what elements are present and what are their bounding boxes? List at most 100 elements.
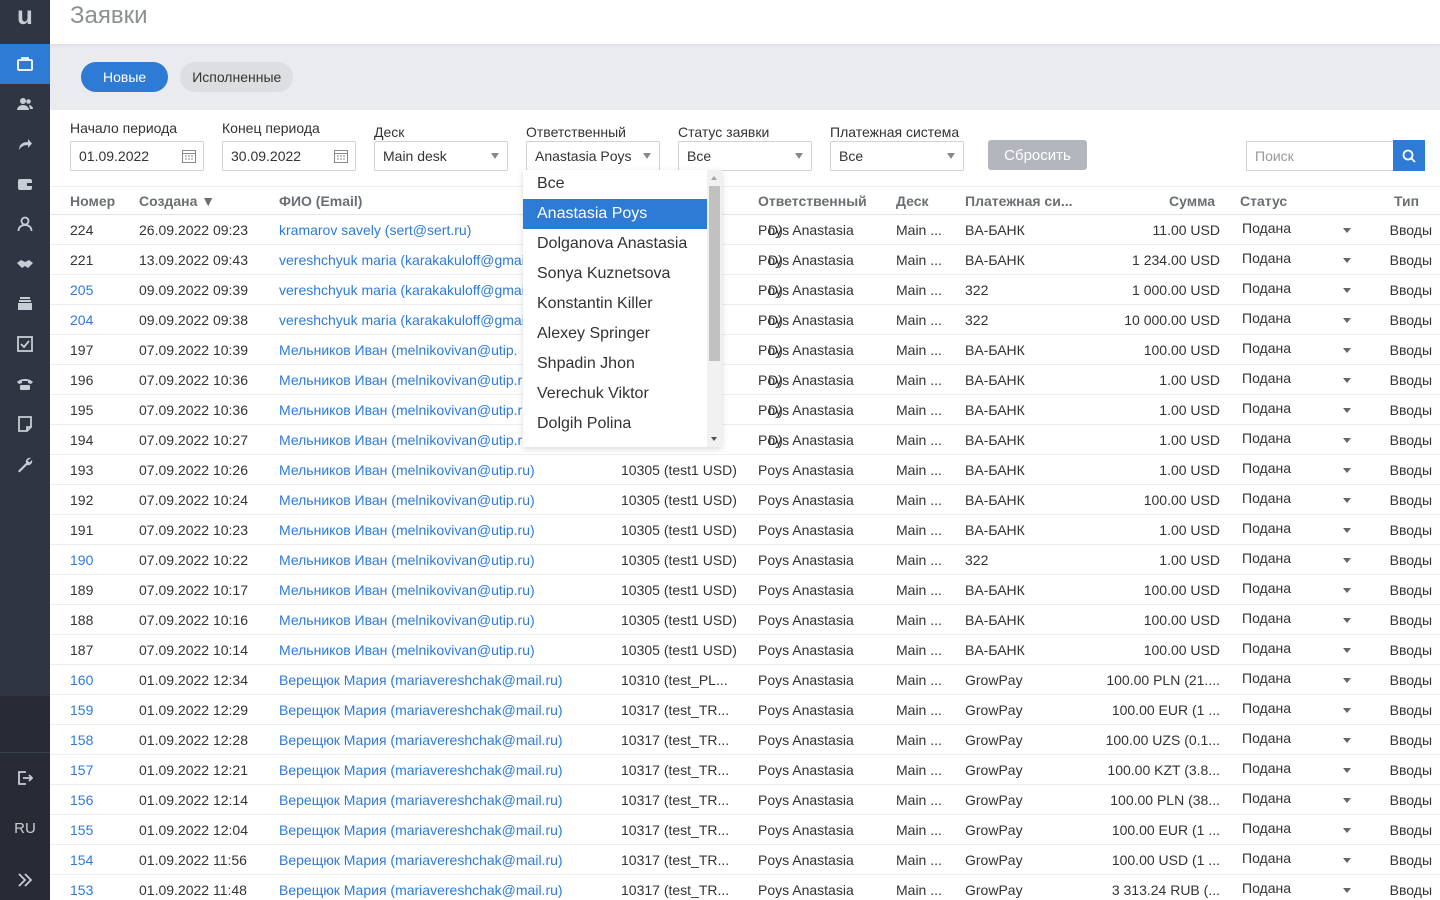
logout-button[interactable] (0, 758, 50, 798)
cell-fio[interactable]: Верещюк Мария (mariavereshchak@mail.ru) (279, 762, 609, 778)
table-row[interactable]: 196 07.09.2022 10:36 Мельников Иван (melni… (50, 365, 1440, 395)
cell-status[interactable]: Подана (1242, 400, 1322, 416)
scroll-up-icon[interactable] (711, 176, 717, 180)
cell-fio[interactable]: Мельников Иван (melnikovivan@utip.ru) (279, 552, 609, 568)
cell-status[interactable]: Подана (1242, 550, 1322, 566)
table-row[interactable]: 197 07.09.2022 10:39 Мельников Иван (melni… (50, 335, 1440, 365)
status-chevron-down-icon[interactable] (1343, 768, 1351, 773)
sidebar-item-transfers[interactable] (0, 124, 50, 164)
col-sum[interactable]: Сумма (1169, 193, 1215, 209)
dropdown-option[interactable]: Все (523, 170, 707, 199)
payment-select[interactable]: Все (830, 141, 964, 171)
table-row[interactable]: 159 01.09.2022 12:29 Верещюк Мария (mariav… (50, 695, 1440, 725)
tab-completed[interactable]: Исполненные (180, 62, 294, 92)
status-chevron-down-icon[interactable] (1343, 528, 1351, 533)
cell-fio[interactable]: vereshchyuk maria (karakakuloff@gmai (279, 252, 524, 268)
cell-status[interactable]: Подана (1242, 310, 1322, 326)
cell-status[interactable]: Подана (1242, 370, 1322, 386)
cell-status[interactable]: Подана (1242, 790, 1322, 806)
table-row[interactable]: 191 07.09.2022 10:23 Мельников Иван (melni… (50, 515, 1440, 545)
dropdown-option[interactable]: Verechuk Viktor (523, 379, 707, 409)
status-chevron-down-icon[interactable] (1343, 588, 1351, 593)
end-date-input[interactable]: 30.09.2022 (222, 141, 356, 171)
table-row[interactable]: 160 01.09.2022 12:34 Верещюк Мария (mariav… (50, 665, 1440, 695)
cell-status[interactable]: Подана (1242, 730, 1322, 746)
table-row[interactable]: 194 07.09.2022 10:27 Мельников Иван (melni… (50, 425, 1440, 455)
cell-fio[interactable]: vereshchyuk maria (karakakuloff@gmai (279, 282, 524, 298)
cell-fio[interactable]: Верещюк Мария (mariavereshchak@mail.ru) (279, 792, 609, 808)
cell-fio[interactable]: kramarov savely (sert@sert.ru) (279, 222, 524, 238)
status-chevron-down-icon[interactable] (1343, 888, 1351, 893)
tab-new[interactable]: Новые (81, 62, 169, 92)
cell-fio[interactable]: Мельников Иван (melnikovivan@utip.ru) (279, 492, 609, 508)
cell-number[interactable]: 190 (70, 552, 130, 568)
cell-status[interactable]: Подана (1242, 610, 1322, 626)
col-number[interactable]: Номер (70, 193, 115, 209)
status-chevron-down-icon[interactable] (1343, 318, 1351, 323)
cell-fio[interactable]: Мельников Иван (melnikovivan@utip.r (279, 402, 524, 418)
status-chevron-down-icon[interactable] (1343, 378, 1351, 383)
table-row[interactable]: 154 01.09.2022 11:56 Верещюк Мария (mariav… (50, 845, 1440, 875)
cell-status[interactable]: Подана (1242, 280, 1322, 296)
sidebar-item-calls[interactable] (0, 364, 50, 404)
cell-status[interactable]: Подана (1242, 460, 1322, 476)
table-row[interactable]: 187 07.09.2022 10:14 Мельников Иван (melni… (50, 635, 1440, 665)
col-fio[interactable]: ФИО (Email) (279, 193, 362, 209)
col-status[interactable]: Статус (1240, 193, 1287, 209)
sidebar-item-profile[interactable] (0, 204, 50, 244)
table-row[interactable]: 192 07.09.2022 10:24 Мельников Иван (melni… (50, 485, 1440, 515)
status-chevron-down-icon[interactable] (1343, 438, 1351, 443)
status-chevron-down-icon[interactable] (1343, 648, 1351, 653)
status-chevron-down-icon[interactable] (1343, 348, 1351, 353)
cell-number[interactable]: 155 (70, 822, 130, 838)
responsible-select[interactable]: Anastasia Poys (526, 141, 660, 171)
status-chevron-down-icon[interactable] (1343, 408, 1351, 413)
table-row[interactable]: 153 01.09.2022 11:48 Верещюк Мария (mariav… (50, 875, 1440, 900)
status-chevron-down-icon[interactable] (1343, 288, 1351, 293)
sidebar-item-archive[interactable] (0, 284, 50, 324)
table-row[interactable]: 204 09.09.2022 09:38 vereshchyuk maria (ka… (50, 305, 1440, 335)
cell-status[interactable]: Подана (1242, 670, 1322, 686)
start-date-input[interactable]: 01.09.2022 (70, 141, 204, 171)
cell-fio[interactable]: Верещюк Мария (mariavereshchak@mail.ru) (279, 702, 609, 718)
cell-number[interactable]: 154 (70, 852, 130, 868)
sidebar-item-wallet[interactable] (0, 164, 50, 204)
cell-fio[interactable]: Верещюк Мария (mariavereshchak@mail.ru) (279, 672, 609, 688)
cell-fio[interactable]: Мельников Иван (melnikovivan@utip.ru) (279, 462, 609, 478)
sidebar-item-requests[interactable] (0, 44, 50, 84)
search-button[interactable] (1393, 140, 1425, 171)
table-row[interactable]: 157 01.09.2022 12:21 Верещюк Мария (mariav… (50, 755, 1440, 785)
cell-number[interactable]: 158 (70, 732, 130, 748)
status-chevron-down-icon[interactable] (1343, 228, 1351, 233)
table-row[interactable]: 189 07.09.2022 10:17 Мельников Иван (melni… (50, 575, 1440, 605)
cell-number[interactable]: 204 (70, 312, 130, 328)
cell-number[interactable]: 153 (70, 882, 130, 898)
cell-fio[interactable]: vereshchyuk maria (karakakuloff@gmai (279, 312, 524, 328)
table-row[interactable]: 155 01.09.2022 12:04 Верещюк Мария (mariav… (50, 815, 1440, 845)
status-chevron-down-icon[interactable] (1343, 738, 1351, 743)
dropdown-option[interactable]: Dolganova Anastasia (523, 229, 707, 259)
dropdown-option[interactable]: Alexey Springer (523, 319, 707, 349)
cell-status[interactable]: Подана (1242, 340, 1322, 356)
scroll-down-icon[interactable] (711, 437, 717, 441)
language-switch[interactable]: RU (0, 808, 50, 848)
status-chevron-down-icon[interactable] (1343, 708, 1351, 713)
cell-fio[interactable]: Мельников Иван (melnikovivan@utip. (279, 342, 524, 358)
cell-status[interactable]: Подана (1242, 640, 1322, 656)
cell-fio[interactable]: Мельников Иван (melnikovivan@utip.ru) (279, 612, 609, 628)
status-select[interactable]: Все (678, 141, 812, 171)
status-chevron-down-icon[interactable] (1343, 468, 1351, 473)
cell-number[interactable]: 156 (70, 792, 130, 808)
cell-number[interactable]: 157 (70, 762, 130, 778)
cell-fio[interactable]: Мельников Иван (melnikovivan@utip.ru) (279, 642, 609, 658)
cell-status[interactable]: Подана (1242, 580, 1322, 596)
table-row[interactable]: 190 07.09.2022 10:22 Мельников Иван (melni… (50, 545, 1440, 575)
cell-fio[interactable]: Верещюк Мария (mariavereshchak@mail.ru) (279, 882, 609, 898)
dropdown-option[interactable]: Konstantin Killer (523, 289, 707, 319)
dropdown-option[interactable]: Dolgih Polina (523, 409, 707, 439)
cell-number[interactable]: 160 (70, 672, 130, 688)
cell-status[interactable]: Подана (1242, 250, 1322, 266)
table-row[interactable]: 188 07.09.2022 10:16 Мельников Иван (melni… (50, 605, 1440, 635)
cell-status[interactable]: Подана (1242, 820, 1322, 836)
cell-status[interactable]: Подана (1242, 700, 1322, 716)
